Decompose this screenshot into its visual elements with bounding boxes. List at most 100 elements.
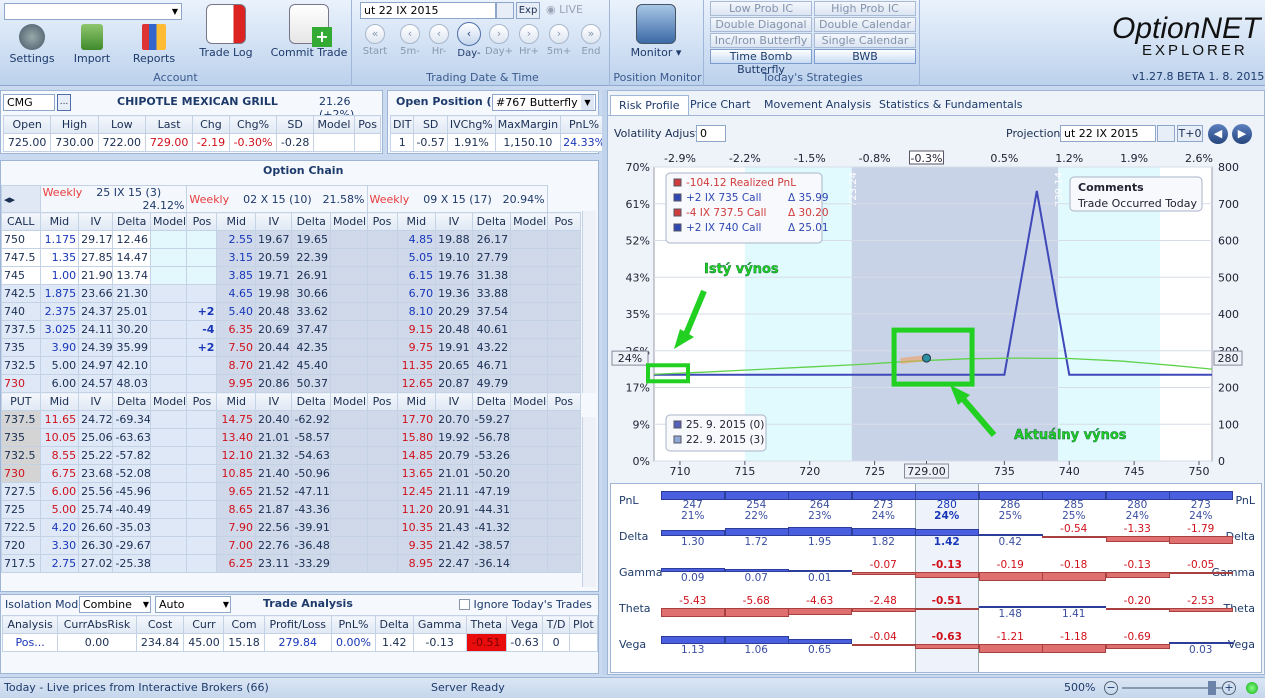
chain-cell[interactable]: 21.90 bbox=[78, 266, 114, 285]
chain-cell[interactable] bbox=[186, 284, 218, 303]
trade-value[interactable]: Pos... bbox=[1, 633, 59, 652]
chain-cell[interactable] bbox=[330, 374, 368, 393]
chain-cell[interactable]: 3.30 bbox=[39, 536, 80, 555]
chain-cell[interactable]: 6.15 bbox=[396, 266, 437, 285]
live-toggle[interactable]: ◉ LIVE bbox=[546, 3, 583, 16]
chain-cell[interactable] bbox=[149, 518, 188, 537]
chain-cell[interactable]: 3.90 bbox=[39, 338, 80, 357]
chain-cell[interactable]: 4.85 bbox=[396, 230, 437, 249]
chain-cell[interactable]: 26.60 bbox=[78, 518, 114, 537]
volatility-adjust-input[interactable]: 0 bbox=[696, 125, 726, 142]
chain-cell[interactable]: 5.00 bbox=[39, 356, 80, 375]
chain-cell[interactable]: -35.03 bbox=[112, 518, 151, 537]
chain-cell[interactable]: 26.91 bbox=[291, 266, 332, 285]
chain-cell[interactable] bbox=[546, 410, 582, 429]
chain-cell[interactable]: -53.26 bbox=[471, 446, 512, 465]
chain-cell[interactable] bbox=[149, 374, 188, 393]
chain-cell[interactable]: 3.85 bbox=[216, 266, 257, 285]
strategy-low-prob-ic[interactable]: Low Prob IC bbox=[710, 1, 812, 16]
chain-cell[interactable] bbox=[330, 482, 368, 501]
chain-cell[interactable]: 3.15 bbox=[216, 248, 257, 267]
chain-cell[interactable] bbox=[510, 266, 548, 285]
strike-cell[interactable]: 737.5 bbox=[1, 320, 41, 339]
nav-day-fwd-button[interactable]: › Day+ bbox=[482, 24, 516, 64]
chain-cell[interactable]: 6.35 bbox=[216, 320, 257, 339]
risk-profile-chart[interactable]: 723.24 739.14 710 715 720 725 729.00 735 740 745 7… bbox=[608, 149, 1264, 479]
strategy-bwb[interactable]: BWB bbox=[814, 49, 916, 64]
chain-cell[interactable] bbox=[149, 554, 188, 573]
chain-cell[interactable] bbox=[510, 464, 548, 483]
auto-select[interactable]: Auto ▼ bbox=[155, 596, 231, 613]
chain-cell[interactable] bbox=[330, 266, 368, 285]
chain-cell[interactable]: 5.40 bbox=[216, 302, 257, 321]
chain-cell[interactable]: 9.35 bbox=[396, 536, 437, 555]
chain-cell[interactable]: -41.32 bbox=[471, 518, 512, 537]
chain-cell[interactable]: 25.74 bbox=[78, 500, 114, 519]
chain-cell[interactable] bbox=[149, 446, 188, 465]
back-arrow-icon[interactable]: ◀ bbox=[1208, 124, 1228, 144]
chain-cell[interactable] bbox=[546, 356, 582, 375]
chain-cell[interactable]: 14.75 bbox=[216, 410, 257, 429]
strategy-iron-butterfly[interactable]: Inc/Iron Butterfly bbox=[710, 33, 812, 48]
chain-cell[interactable] bbox=[149, 356, 188, 375]
chain-cell[interactable]: 45.40 bbox=[291, 356, 332, 375]
settings-button[interactable]: Settings bbox=[2, 22, 62, 66]
chain-cell[interactable] bbox=[149, 284, 188, 303]
trade-log-button[interactable]: Trade Log bbox=[196, 2, 256, 66]
chain-cell[interactable] bbox=[366, 464, 398, 483]
chain-cell[interactable]: 11.20 bbox=[396, 500, 437, 519]
chain-cell[interactable]: 30.66 bbox=[291, 284, 332, 303]
chain-cell[interactable]: -36.14 bbox=[471, 554, 512, 573]
chain-cell[interactable]: -43.36 bbox=[291, 500, 332, 519]
chain-row[interactable]: 750 1.175 29.17 12.46 2.55 19.67 19.65 4.85 19.8… bbox=[1, 230, 582, 249]
chain-cell[interactable] bbox=[366, 536, 398, 555]
strike-cell[interactable]: 740 bbox=[1, 302, 41, 321]
chain-cell[interactable]: -33.29 bbox=[291, 554, 332, 573]
chain-cell[interactable] bbox=[149, 338, 188, 357]
chain-cell[interactable]: 9.95 bbox=[216, 374, 257, 393]
chain-cell[interactable] bbox=[186, 410, 218, 429]
chain-cell[interactable]: +2 bbox=[186, 302, 218, 321]
chain-cell[interactable]: 21.01 bbox=[435, 464, 473, 483]
chain-cell[interactable]: 12.46 bbox=[112, 230, 151, 249]
chain-cell[interactable]: 14.47 bbox=[112, 248, 151, 267]
nav-5m-fwd-button[interactable]: › 5m+ bbox=[542, 24, 576, 64]
chain-cell[interactable]: 25.22 bbox=[78, 446, 114, 465]
strategy-double-diagonal[interactable]: Double Diagonal bbox=[710, 17, 812, 32]
strategy-high-prob-ic[interactable]: High Prob IC bbox=[814, 1, 916, 16]
chain-row[interactable]: 737.5 3.025 24.11 30.20 -4 6.35 20.69 37.47 9.15… bbox=[1, 320, 582, 339]
chain-cell[interactable] bbox=[366, 446, 398, 465]
chain-cell[interactable]: -40.49 bbox=[112, 500, 151, 519]
chain-row[interactable]: 737.5 11.65 24.72 -69.34 14.75 20.40 -62.92 17.… bbox=[1, 410, 582, 429]
chain-cell[interactable] bbox=[366, 266, 398, 285]
chain-cell[interactable] bbox=[510, 446, 548, 465]
strike-cell[interactable]: 725 bbox=[1, 500, 41, 519]
chain-cell[interactable]: 7.00 bbox=[216, 536, 257, 555]
chain-cell[interactable] bbox=[149, 536, 188, 555]
chain-cell[interactable]: 22.76 bbox=[255, 536, 293, 555]
chain-cell[interactable]: 20.87 bbox=[435, 374, 473, 393]
chain-cell[interactable]: 7.50 bbox=[216, 338, 257, 357]
trade-value[interactable] bbox=[568, 633, 599, 652]
chain-cell[interactable]: 8.70 bbox=[216, 356, 257, 375]
chain-cell[interactable]: 19.65 bbox=[291, 230, 332, 249]
chain-cell[interactable] bbox=[186, 554, 218, 573]
chain-cell[interactable] bbox=[510, 374, 548, 393]
chain-cell[interactable]: -54.63 bbox=[291, 446, 332, 465]
chain-cell[interactable]: -44.31 bbox=[471, 500, 512, 519]
chain-cell[interactable] bbox=[186, 230, 218, 249]
chain-row[interactable]: 730 6.75 23.68 -52.08 10.85 21.40 -50.96 13.65 2… bbox=[1, 464, 582, 483]
chain-cell[interactable]: 24.37 bbox=[78, 302, 114, 321]
tab-risk-profile[interactable]: Risk Profile bbox=[610, 95, 689, 115]
strike-cell[interactable]: 730 bbox=[1, 374, 41, 393]
chain-cell[interactable]: 1.875 bbox=[39, 284, 80, 303]
chain-cell[interactable] bbox=[366, 554, 398, 573]
chain-cell[interactable] bbox=[330, 500, 368, 519]
chain-cell[interactable]: 27.85 bbox=[78, 248, 114, 267]
chain-row[interactable]: 720 3.30 26.30 -29.67 7.00 22.76 -36.48 9.35 21.… bbox=[1, 536, 582, 555]
chain-cell[interactable] bbox=[546, 374, 582, 393]
chain-cell[interactable]: 19.98 bbox=[255, 284, 293, 303]
chain-cell[interactable]: 1.175 bbox=[39, 230, 80, 249]
chain-cell[interactable] bbox=[510, 428, 548, 447]
chain-cell[interactable]: 8.95 bbox=[396, 554, 437, 573]
